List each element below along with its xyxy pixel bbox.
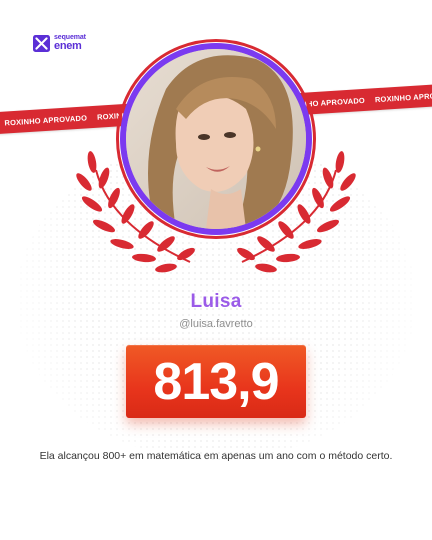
student-photo bbox=[126, 49, 306, 229]
score-value: 813,9 bbox=[153, 352, 279, 411]
score-box: 813,9 bbox=[126, 345, 306, 418]
result-card: sequemat enem ROXINHO APROVADO ROXINHO A… bbox=[0, 0, 432, 540]
student-name: Luisa bbox=[190, 291, 242, 312]
student-portrait-image bbox=[126, 49, 306, 229]
caption-text: Ela alcançou 800+ em matemática em apena… bbox=[39, 450, 393, 462]
student-handle: @luisa.favretto bbox=[179, 318, 253, 330]
